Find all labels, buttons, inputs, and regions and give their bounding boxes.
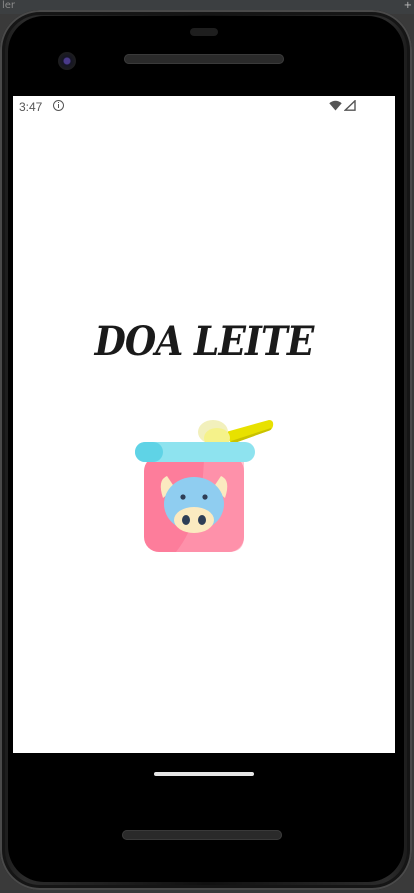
status-time: 3:47 [19,100,43,114]
milk-powder-can-icon [135,420,274,552]
info-icon [53,100,64,111]
app-screen: 3:47 DOA LEITE [13,96,395,753]
front-camera-icon [58,52,76,70]
sensor-notch [190,28,218,36]
signal-icon [344,100,356,111]
status-bar: 3:47 [13,96,395,118]
add-icon[interactable]: + [404,0,412,11]
home-gesture-bar[interactable] [154,772,254,776]
wifi-icon [329,100,342,111]
system-navigation-bar [13,753,395,793]
bottom-speaker [122,830,282,840]
app-title: DOA LEITE [94,318,315,365]
emulator-window-label: ler [2,0,16,11]
earpiece-speaker [124,54,284,64]
